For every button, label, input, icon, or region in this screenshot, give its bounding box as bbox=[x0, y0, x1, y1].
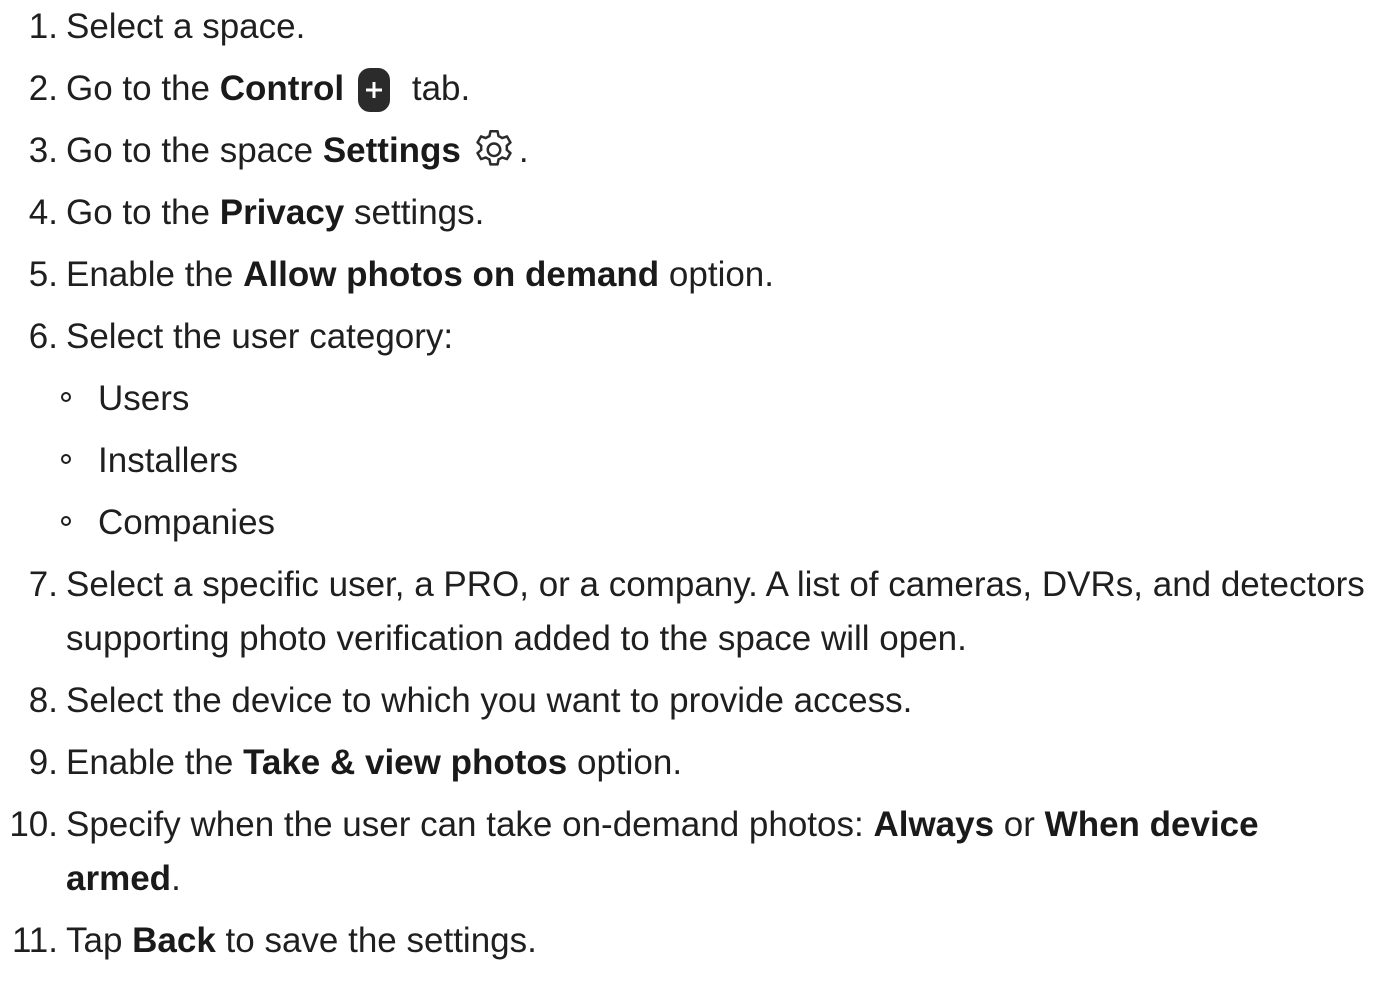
list-item-label: Users bbox=[98, 379, 190, 418]
step-10: 10. Specify when the user can take on-de… bbox=[0, 798, 1393, 906]
always-label: Always bbox=[873, 805, 995, 844]
step-number: 11. bbox=[11, 921, 58, 960]
step-text-pre: Go to the bbox=[66, 193, 220, 232]
step-text: Select the user category: bbox=[66, 317, 454, 356]
step-1: 1. Select a space. bbox=[0, 0, 1393, 54]
list-item-installers: Installers bbox=[0, 434, 1327, 488]
step-number: 1. bbox=[28, 7, 58, 46]
take-view-photos-label: Take & view photos bbox=[243, 743, 568, 782]
step-number: 3. bbox=[28, 131, 58, 170]
step-text-pre: Enable the bbox=[66, 255, 244, 294]
privacy-label: Privacy bbox=[219, 193, 345, 232]
plus-icon bbox=[358, 68, 391, 112]
step-7: 7. Select a specific user, a PRO, or a c… bbox=[0, 558, 1393, 666]
step-number: 4. bbox=[28, 193, 58, 232]
list-item-companies: Companies bbox=[0, 496, 1327, 550]
step-text-mid: or bbox=[994, 805, 1045, 844]
list-item-label: Installers bbox=[98, 441, 239, 480]
back-label: Back bbox=[132, 921, 216, 960]
step-number: 8. bbox=[28, 681, 58, 720]
step-text-pre: Enable the bbox=[66, 743, 244, 782]
user-category-list: Users Installers Companies bbox=[0, 372, 1327, 550]
bullet-icon bbox=[61, 392, 71, 402]
step-number: 7. bbox=[28, 565, 58, 604]
step-6: 6. Select the user category: Users Insta… bbox=[0, 310, 1393, 550]
step-8: 8. Select the device to which you want t… bbox=[0, 674, 1393, 728]
step-text-pre: Specify when the user can take on-demand… bbox=[66, 805, 874, 844]
step-number: 2. bbox=[28, 69, 58, 108]
step-text: Select a space. bbox=[66, 7, 306, 46]
step-3: 3. Go to the space Settings. bbox=[0, 124, 1393, 178]
allow-photos-label: Allow photos on demand bbox=[243, 255, 660, 294]
step-2: 2. Go to the Control tab. bbox=[0, 62, 1393, 116]
step-5: 5. Enable the Allow photos on demand opt… bbox=[0, 248, 1393, 302]
step-text-post: option. bbox=[567, 743, 683, 782]
step-text-pre: Tap bbox=[66, 921, 133, 960]
step-text-post: option. bbox=[659, 255, 774, 294]
list-item-label: Companies bbox=[98, 503, 276, 542]
list-item-users: Users bbox=[0, 372, 1327, 426]
step-text-post: settings. bbox=[344, 193, 485, 232]
settings-label: Settings bbox=[322, 131, 461, 170]
step-text-post: . bbox=[171, 859, 181, 898]
step-number: 6. bbox=[28, 317, 58, 356]
step-11: 11. Tap Back to save the settings. bbox=[0, 914, 1393, 968]
step-text: Select a specific user, a PRO, or a comp… bbox=[66, 565, 1365, 658]
bullet-icon bbox=[61, 516, 71, 526]
instruction-list: 1. Select a space. 2. Go to the Control … bbox=[0, 0, 1393, 976]
step-text-pre: Go to the space bbox=[66, 131, 323, 170]
step-text-post: to save the settings. bbox=[215, 921, 537, 960]
step-number: 9. bbox=[28, 743, 58, 782]
gear-icon bbox=[476, 129, 512, 166]
step-text-post: . bbox=[518, 131, 529, 170]
step-text-post: tab. bbox=[402, 69, 471, 108]
bullet-icon bbox=[61, 454, 71, 464]
step-number: 10. bbox=[9, 805, 58, 844]
step-9: 9. Enable the Take & view photos option. bbox=[0, 736, 1393, 790]
step-text: Select the device to which you want to p… bbox=[66, 681, 913, 720]
step-text-pre: Go to the bbox=[66, 69, 220, 108]
control-label: Control bbox=[219, 69, 345, 108]
step-number: 5. bbox=[28, 255, 58, 294]
step-4: 4. Go to the Privacy settings. bbox=[0, 186, 1393, 240]
